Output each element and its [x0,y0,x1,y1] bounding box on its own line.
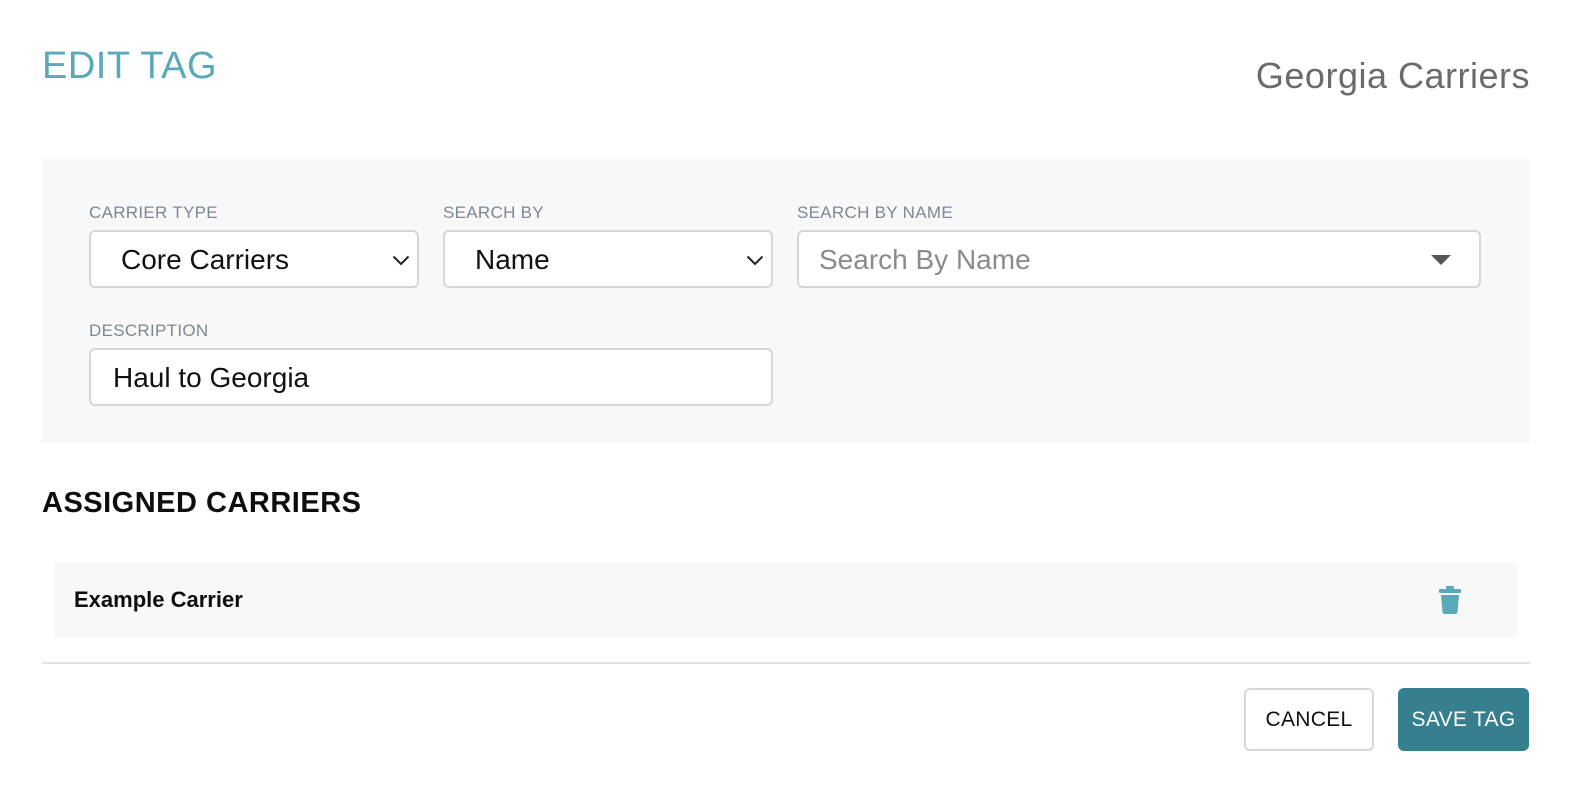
carrier-type-select[interactable]: Core Carriers [89,230,419,288]
page-title: EDIT TAG [42,45,218,87]
caret-down-icon[interactable] [1431,255,1451,265]
chevron-down-icon [741,232,769,288]
search-by-select[interactable]: Name [443,230,773,288]
trash-icon[interactable] [1439,586,1461,614]
cancel-button[interactable]: CANCEL [1244,688,1374,751]
search-by-name-placeholder: Search By Name [819,244,1031,275]
description-value: Haul to Georgia [113,362,310,393]
assigned-carriers-heading: ASSIGNED CARRIERS [42,487,362,519]
search-by-name-combobox[interactable]: Search By Name [797,230,1481,288]
description-label: DESCRIPTION [89,321,209,340]
chevron-down-icon [387,232,415,288]
carrier-name: Example Carrier [74,587,243,612]
footer-divider [42,662,1530,664]
search-by-name-label: SEARCH BY NAME [797,203,953,222]
save-tag-button[interactable]: SAVE TAG [1398,688,1529,751]
search-by-value: Name [475,244,550,275]
list-item: Example Carrier [54,562,1517,638]
filter-panel: CARRIER TYPE Core Carriers SEARCH BY Nam… [42,159,1530,443]
search-by-label: SEARCH BY [443,203,544,222]
tag-name-heading: Georgia Carriers [1255,55,1530,96]
carrier-type-value: Core Carriers [121,244,290,275]
description-input[interactable]: Haul to Georgia [89,348,773,406]
carrier-type-label: CARRIER TYPE [89,203,218,222]
